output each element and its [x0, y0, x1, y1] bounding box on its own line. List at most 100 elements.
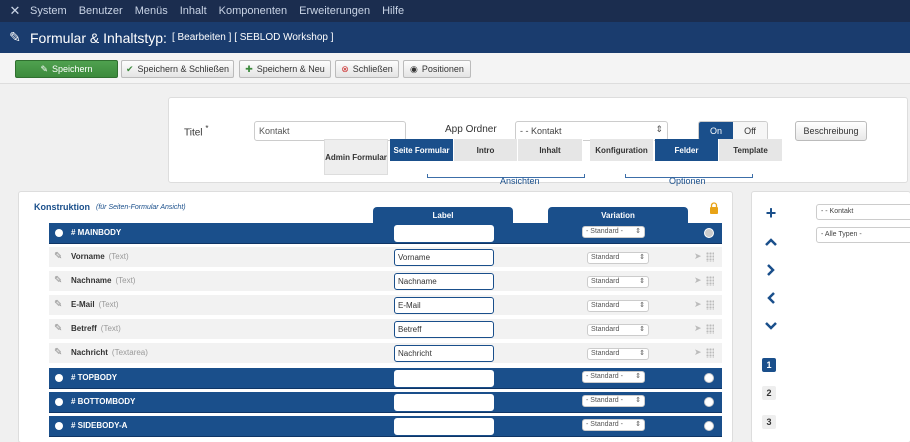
- option-tab-template[interactable]: Template: [719, 139, 783, 161]
- menu-content[interactable]: Inhalt: [180, 5, 207, 17]
- menu-menus[interactable]: Menüs: [135, 5, 168, 17]
- move-up-chevron-icon[interactable]: [762, 233, 780, 251]
- field-row-nachname[interactable]: ✎ Nachname (Text) Nachname Standard ⇕ ➤: [49, 271, 722, 292]
- drag-grip-icon[interactable]: [706, 276, 714, 286]
- page-3-button[interactable]: 3: [762, 415, 776, 429]
- form-settings-panel: Titel * Kontakt App Ordner - - Kontakt ⇕…: [168, 97, 908, 186]
- move-arrow-icon[interactable]: ➤: [694, 275, 702, 286]
- row-select-radio[interactable]: [704, 397, 714, 407]
- variation-select[interactable]: Standard ⇕: [587, 348, 649, 360]
- label-input[interactable]: [394, 225, 494, 242]
- save-close-button[interactable]: ✔ Speichern & Schließen: [121, 60, 234, 78]
- state-toggle[interactable]: On Off: [698, 121, 768, 141]
- move-right-chevron-icon[interactable]: [762, 261, 780, 279]
- move-arrow-icon[interactable]: ➤: [694, 299, 702, 310]
- label-input[interactable]: [394, 370, 494, 387]
- toggle-off[interactable]: Off: [733, 122, 767, 140]
- label-input[interactable]: Betreff: [394, 321, 494, 338]
- pencil-icon[interactable]: ✎: [54, 323, 62, 334]
- label-input[interactable]: E-Mail: [394, 297, 494, 314]
- label-input[interactable]: Nachname: [394, 273, 494, 290]
- variation-value: Standard: [591, 278, 620, 285]
- position-row-mainbody[interactable]: # MAINBODY - Standard - ⇕: [49, 223, 722, 244]
- menu-components[interactable]: Komponenten: [219, 5, 288, 17]
- label-input[interactable]: [394, 418, 494, 435]
- move-down-chevron-icon[interactable]: [762, 317, 780, 335]
- position-row-topbody[interactable]: # TOPBODY - Standard - ⇕: [49, 368, 722, 389]
- position-radio[interactable]: [55, 422, 63, 430]
- variation-value: - Standard -: [586, 421, 623, 428]
- variation-value: - Standard -: [586, 228, 623, 235]
- top-nav: ✕ System Benutzer Menüs Inhalt Komponent…: [0, 0, 910, 22]
- pencil-icon[interactable]: ✎: [54, 347, 62, 358]
- close-button[interactable]: ⊗ Schließen: [335, 60, 399, 78]
- move-arrow-icon[interactable]: ➤: [694, 323, 702, 334]
- move-arrow-icon[interactable]: ➤: [694, 347, 702, 358]
- position-radio[interactable]: [55, 374, 63, 382]
- variation-select[interactable]: Standard ⇕: [587, 276, 649, 288]
- variation-select[interactable]: Standard ⇕: [587, 324, 649, 336]
- drag-grip-icon[interactable]: [706, 348, 714, 358]
- field-row-email[interactable]: ✎ E-Mail (Text) E-Mail Standard ⇕ ➤: [49, 295, 722, 316]
- variation-select[interactable]: Standard ⇕: [587, 252, 649, 264]
- row-select-radio[interactable]: [704, 421, 714, 431]
- add-plus-icon[interactable]: +: [762, 203, 780, 223]
- pencil-icon[interactable]: ✎: [54, 299, 62, 310]
- positions-button[interactable]: ◉ Positionen: [403, 60, 471, 78]
- position-row-bottombody[interactable]: # BOTTOMBODY - Standard - ⇕: [49, 392, 722, 413]
- updown-chevron-icon: ⇕: [635, 228, 641, 235]
- app-folder-select[interactable]: - - Kontakt ⇕: [515, 121, 668, 141]
- position-row-sidebody-a[interactable]: # SIDEBODY-A - Standard - ⇕: [49, 416, 722, 437]
- variation-value: Standard: [591, 350, 620, 357]
- updown-chevron-icon: ⇕: [635, 421, 641, 428]
- view-tab-site-form[interactable]: Seite Formular: [390, 139, 454, 161]
- menu-help[interactable]: Hilfe: [382, 5, 404, 17]
- view-tab-admin-form[interactable]: Admin Formular: [324, 139, 388, 175]
- page-2-button[interactable]: 2: [762, 386, 776, 400]
- row-select-radio[interactable]: [704, 228, 714, 238]
- variation-select[interactable]: - Standard - ⇕: [582, 226, 645, 238]
- folder-filter-select[interactable]: - - Kontakt: [816, 204, 910, 220]
- check-icon: ✔: [125, 63, 134, 74]
- row-name: Vorname (Text): [71, 252, 129, 261]
- variation-select[interactable]: - Standard - ⇕: [582, 395, 645, 407]
- lock-icon[interactable]: [709, 202, 719, 214]
- pencil-icon[interactable]: ✎: [54, 251, 62, 262]
- field-row-betreff[interactable]: ✎ Betreff (Text) Betreff Standard ⇕ ➤: [49, 319, 722, 340]
- row-select-radio[interactable]: [704, 373, 714, 383]
- menu-system[interactable]: System: [30, 5, 67, 17]
- drag-grip-icon[interactable]: [706, 324, 714, 334]
- label-input[interactable]: Vorname: [394, 249, 494, 266]
- label-input[interactable]: Nachricht: [394, 345, 494, 362]
- field-row-nachricht[interactable]: ✎ Nachricht (Textarea) Nachricht Standard…: [49, 343, 722, 364]
- save-button[interactable]: ✎ Speichern: [15, 60, 118, 78]
- type-filter-select[interactable]: - Alle Typen -: [816, 227, 910, 243]
- field-row-vorname[interactable]: ✎ Vorname (Text) Vorname Standard ⇕ ➤: [49, 247, 722, 268]
- position-radio[interactable]: [55, 229, 63, 237]
- view-tab-intro[interactable]: Intro: [454, 139, 518, 161]
- toggle-on[interactable]: On: [699, 122, 733, 140]
- save-new-button[interactable]: ✚ Speichern & Neu: [239, 60, 331, 78]
- row-name: E-Mail (Text): [71, 300, 119, 309]
- page-1-button[interactable]: 1: [762, 358, 776, 372]
- menu-users[interactable]: Benutzer: [79, 5, 123, 17]
- drag-grip-icon[interactable]: [706, 300, 714, 310]
- title-input[interactable]: Kontakt: [254, 121, 406, 141]
- option-tab-configuration[interactable]: Konfiguration: [590, 139, 654, 161]
- description-button[interactable]: Beschreibung: [795, 121, 867, 141]
- variation-select[interactable]: - Standard - ⇕: [582, 419, 645, 431]
- drag-grip-icon[interactable]: [706, 252, 714, 262]
- menu-extensions[interactable]: Erweiterungen: [299, 5, 370, 17]
- joomla-logo-icon[interactable]: ✕: [0, 0, 30, 22]
- close-label: Schließen: [352, 64, 393, 74]
- label-input[interactable]: [394, 394, 494, 411]
- variation-select[interactable]: Standard ⇕: [587, 300, 649, 312]
- variation-select[interactable]: - Standard - ⇕: [582, 371, 645, 383]
- position-radio[interactable]: [55, 398, 63, 406]
- pencil-icon[interactable]: ✎: [54, 275, 62, 286]
- option-tab-fields[interactable]: Felder: [655, 139, 719, 161]
- view-tab-content[interactable]: Inhalt: [518, 139, 583, 161]
- updown-chevron-icon: ⇕: [635, 397, 641, 404]
- move-arrow-icon[interactable]: ➤: [694, 251, 702, 262]
- move-left-chevron-icon[interactable]: [762, 289, 780, 307]
